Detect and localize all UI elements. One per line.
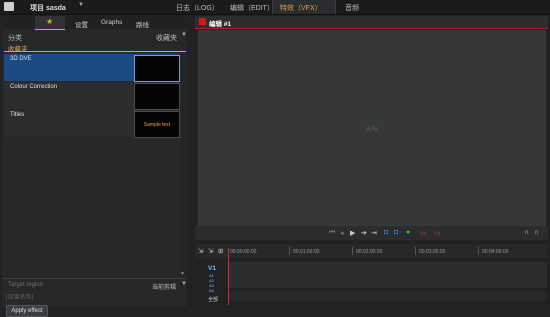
ruler-tick <box>289 247 290 255</box>
undo-icon[interactable]: ∩ <box>524 229 529 236</box>
skip-start-icon[interactable]: ⏮ <box>329 229 335 237</box>
chevron-down-icon[interactable]: ▼ <box>78 2 84 8</box>
effect-item-titles[interactable]: Titles Sample text <box>4 110 180 138</box>
divider <box>4 51 186 52</box>
effects-panel: ★ 设置 Graphs 路线 分类 收藏夹 ▼ 收藏夹 3D DVE Colou… <box>2 16 187 317</box>
tab-routing[interactable]: 路线 <box>136 19 149 29</box>
timecode-label: 00:04:00:00 <box>482 249 509 255</box>
category-header: 分类 收藏夹 ▼ <box>2 32 187 42</box>
redo-icon[interactable]: ∩ <box>534 229 539 236</box>
panel-scrollbar[interactable] <box>181 52 186 276</box>
record-icon[interactable]: ● <box>406 229 410 236</box>
ruler-tick <box>352 247 353 255</box>
snap-icon[interactable]: ⇲ <box>198 247 203 255</box>
project-name[interactable]: 项目 sasda <box>30 3 66 13</box>
record-indicator-icon <box>199 18 206 25</box>
chevron-down-icon[interactable]: ▼ <box>181 32 187 38</box>
target-region-dropdown[interactable]: 当前剪辑 <box>152 282 176 291</box>
all-tracks-label[interactable]: 全部 <box>208 296 218 303</box>
effect-name: Titles <box>10 112 25 118</box>
effect-name: 3D DVE <box>10 56 32 62</box>
category-label: 分类 <box>8 35 22 42</box>
playhead[interactable] <box>228 248 229 305</box>
effect-name: Colour Correction <box>10 84 58 90</box>
transport-bar: ⏮ ◂ ▶ ➔ ⇥ ◘ ◘ ● ▭ ▭ ∩ ∩ <box>195 226 548 240</box>
tab-audio[interactable]: 音频 <box>345 3 359 13</box>
mark-in-icon[interactable]: ◘ <box>384 229 388 236</box>
play-icon[interactable]: ▶ <box>350 229 355 237</box>
tab-edit[interactable]: 编辑（EDIT） <box>230 3 274 13</box>
favorites-dropdown[interactable]: 收藏夹 <box>156 33 177 43</box>
timecode-label: 00:02:00:00 <box>356 249 383 255</box>
timecode-label: 00:01:00:00 <box>293 249 320 255</box>
effect-name-field[interactable]: [效果名称] <box>6 292 180 301</box>
divider <box>2 278 187 279</box>
video-track-lane[interactable] <box>229 262 547 288</box>
effect-item-3d-dve[interactable]: 3D DVE <box>4 54 180 82</box>
track-headers: V1 A1 A2 A3 A4 全部 <box>195 258 227 306</box>
tab-graphs[interactable]: Graphs <box>101 19 122 26</box>
top-bar: 项目 sasda ▼ 日志（LOG） 编辑（EDIT） 特效（VFX） 音频 <box>0 0 550 15</box>
target-region-label: Target region <box>8 282 44 288</box>
viewer-canvas[interactable]: 无标 <box>198 30 546 226</box>
timeline-ruler[interactable]: 00:00:00:00 00:01:00:00 00:02:00:00 00:0… <box>227 247 547 257</box>
zoom-icon[interactable]: ⊞ <box>218 247 223 255</box>
step-back-icon[interactable]: ◂ <box>340 229 344 237</box>
tab-vfx[interactable]: 特效（VFX） <box>280 3 322 13</box>
panel-tabs: ★ 设置 Graphs 路线 <box>2 16 187 30</box>
thumbnail-sample-text: Sample text <box>143 122 171 128</box>
viewer-placeholder-text: 无标 <box>365 127 378 133</box>
track-v1-label[interactable]: V1 <box>208 265 216 272</box>
app-logo-icon <box>4 2 14 11</box>
safe-area-icon[interactable]: ▭ <box>420 229 427 237</box>
effect-thumbnail: Sample text <box>134 111 180 138</box>
ruler-tick <box>478 247 479 255</box>
scroll-down-icon[interactable]: ▼ <box>180 271 185 277</box>
fullscreen-icon[interactable]: ▭ <box>434 229 441 237</box>
track-label[interactable]: A4 <box>209 288 214 293</box>
timeline-panel: ⇲ ⇲ ⊞ 00:00:00:00 00:01:00:00 00:02:00:0… <box>195 244 548 306</box>
timecode-label: 00:03:00:00 <box>419 249 446 255</box>
apply-effect-button[interactable]: Apply effect <box>6 305 48 317</box>
viewer-title: 编辑 #1 <box>209 21 232 28</box>
effect-thumbnail <box>134 55 180 82</box>
tab-settings[interactable]: 设置 <box>75 19 88 29</box>
effect-item-colour-correction[interactable]: Colour Correction <box>4 82 180 110</box>
skip-end-icon[interactable]: ⇥ <box>371 229 377 237</box>
timecode-label: 00:00:00:00 <box>230 249 257 255</box>
audio-track-lane[interactable] <box>229 290 547 302</box>
ruler-tick <box>415 247 416 255</box>
viewer-header: 编辑 #1 <box>195 16 548 29</box>
tab-favorites-icon[interactable]: ★ <box>46 17 53 26</box>
chevron-down-icon[interactable]: ▼ <box>181 281 187 287</box>
effect-thumbnail <box>134 83 180 110</box>
step-forward-icon[interactable]: ➔ <box>361 229 367 237</box>
timeline-header: ⇲ ⇲ ⊞ 00:00:00:00 00:01:00:00 00:02:00:0… <box>195 244 548 258</box>
mark-out-icon[interactable]: ◘ <box>394 229 398 236</box>
tab-log[interactable]: 日志（LOG） <box>176 3 219 13</box>
ripple-icon[interactable]: ⇲ <box>208 247 213 255</box>
